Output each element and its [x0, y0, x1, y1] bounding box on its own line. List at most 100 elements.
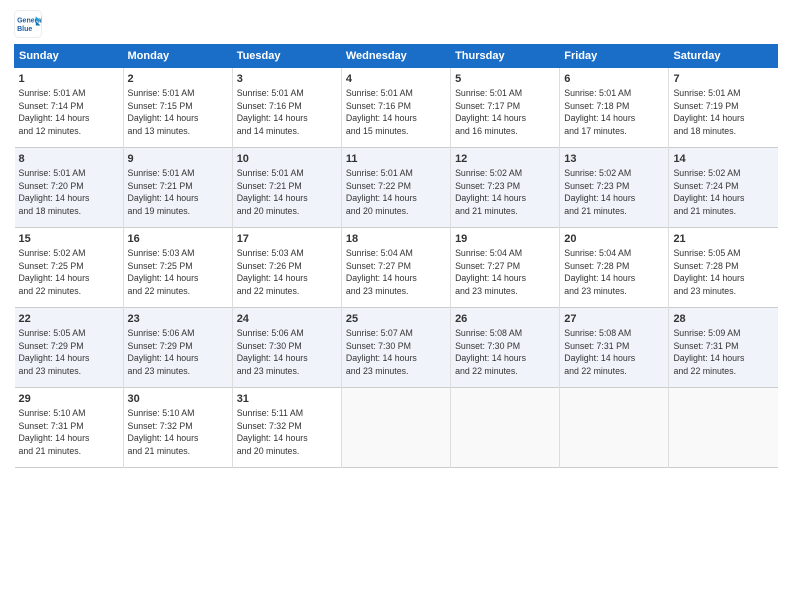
day-number: 10 [237, 152, 337, 167]
day-cell: 7 Sunrise: 5:01 AMSunset: 7:19 PMDayligh… [669, 68, 778, 148]
week-row-1: 1 Sunrise: 5:01 AMSunset: 7:14 PMDayligh… [15, 68, 778, 148]
day-cell: 22 Sunrise: 5:05 AMSunset: 7:29 PMDaylig… [15, 308, 124, 388]
day-cell: 9 Sunrise: 5:01 AMSunset: 7:21 PMDayligh… [123, 148, 232, 228]
header-cell-friday: Friday [560, 45, 669, 68]
day-cell: 14 Sunrise: 5:02 AMSunset: 7:24 PMDaylig… [669, 148, 778, 228]
day-info: Sunrise: 5:01 AMSunset: 7:20 PMDaylight:… [19, 168, 90, 216]
day-cell: 1 Sunrise: 5:01 AMSunset: 7:14 PMDayligh… [15, 68, 124, 148]
day-number: 11 [346, 152, 446, 167]
day-cell [560, 388, 669, 468]
day-cell: 4 Sunrise: 5:01 AMSunset: 7:16 PMDayligh… [341, 68, 450, 148]
day-cell [341, 388, 450, 468]
day-number: 17 [237, 232, 337, 247]
day-info: Sunrise: 5:10 AMSunset: 7:31 PMDaylight:… [19, 408, 90, 456]
day-cell: 23 Sunrise: 5:06 AMSunset: 7:29 PMDaylig… [123, 308, 232, 388]
day-cell: 17 Sunrise: 5:03 AMSunset: 7:26 PMDaylig… [232, 228, 341, 308]
day-number: 1 [19, 72, 119, 87]
week-row-5: 29 Sunrise: 5:10 AMSunset: 7:31 PMDaylig… [15, 388, 778, 468]
day-info: Sunrise: 5:11 AMSunset: 7:32 PMDaylight:… [237, 408, 308, 456]
day-info: Sunrise: 5:03 AMSunset: 7:26 PMDaylight:… [237, 248, 308, 296]
calendar-header: SundayMondayTuesdayWednesdayThursdayFrid… [15, 45, 778, 68]
day-number: 19 [455, 232, 555, 247]
day-info: Sunrise: 5:01 AMSunset: 7:18 PMDaylight:… [564, 88, 635, 136]
day-number: 15 [19, 232, 119, 247]
day-number: 6 [564, 72, 664, 87]
day-number: 4 [346, 72, 446, 87]
week-row-3: 15 Sunrise: 5:02 AMSunset: 7:25 PMDaylig… [15, 228, 778, 308]
day-number: 26 [455, 312, 555, 327]
day-info: Sunrise: 5:07 AMSunset: 7:30 PMDaylight:… [346, 328, 417, 376]
day-info: Sunrise: 5:02 AMSunset: 7:24 PMDaylight:… [673, 168, 744, 216]
calendar-body: 1 Sunrise: 5:01 AMSunset: 7:14 PMDayligh… [15, 68, 778, 468]
day-info: Sunrise: 5:01 AMSunset: 7:17 PMDaylight:… [455, 88, 526, 136]
day-number: 30 [128, 392, 228, 407]
svg-text:Blue: Blue [17, 26, 32, 33]
day-cell: 21 Sunrise: 5:05 AMSunset: 7:28 PMDaylig… [669, 228, 778, 308]
day-number: 14 [673, 152, 773, 167]
day-info: Sunrise: 5:02 AMSunset: 7:23 PMDaylight:… [564, 168, 635, 216]
day-info: Sunrise: 5:04 AMSunset: 7:27 PMDaylight:… [455, 248, 526, 296]
day-cell: 13 Sunrise: 5:02 AMSunset: 7:23 PMDaylig… [560, 148, 669, 228]
day-number: 23 [128, 312, 228, 327]
day-info: Sunrise: 5:01 AMSunset: 7:14 PMDaylight:… [19, 88, 90, 136]
day-info: Sunrise: 5:01 AMSunset: 7:21 PMDaylight:… [128, 168, 199, 216]
header-cell-sunday: Sunday [15, 45, 124, 68]
day-cell [451, 388, 560, 468]
day-info: Sunrise: 5:04 AMSunset: 7:28 PMDaylight:… [564, 248, 635, 296]
day-info: Sunrise: 5:02 AMSunset: 7:23 PMDaylight:… [455, 168, 526, 216]
week-row-4: 22 Sunrise: 5:05 AMSunset: 7:29 PMDaylig… [15, 308, 778, 388]
day-number: 22 [19, 312, 119, 327]
day-info: Sunrise: 5:04 AMSunset: 7:27 PMDaylight:… [346, 248, 417, 296]
day-cell: 19 Sunrise: 5:04 AMSunset: 7:27 PMDaylig… [451, 228, 560, 308]
day-number: 9 [128, 152, 228, 167]
logo: General Blue [14, 10, 42, 38]
day-cell: 26 Sunrise: 5:08 AMSunset: 7:30 PMDaylig… [451, 308, 560, 388]
day-info: Sunrise: 5:01 AMSunset: 7:15 PMDaylight:… [128, 88, 199, 136]
day-cell: 30 Sunrise: 5:10 AMSunset: 7:32 PMDaylig… [123, 388, 232, 468]
header: General Blue [14, 10, 778, 38]
logo-icon: General Blue [14, 10, 42, 38]
day-cell: 3 Sunrise: 5:01 AMSunset: 7:16 PMDayligh… [232, 68, 341, 148]
day-info: Sunrise: 5:01 AMSunset: 7:22 PMDaylight:… [346, 168, 417, 216]
day-cell: 11 Sunrise: 5:01 AMSunset: 7:22 PMDaylig… [341, 148, 450, 228]
day-number: 18 [346, 232, 446, 247]
day-number: 24 [237, 312, 337, 327]
day-number: 21 [673, 232, 773, 247]
header-cell-monday: Monday [123, 45, 232, 68]
calendar-table: SundayMondayTuesdayWednesdayThursdayFrid… [14, 44, 778, 468]
day-cell: 29 Sunrise: 5:10 AMSunset: 7:31 PMDaylig… [15, 388, 124, 468]
week-row-2: 8 Sunrise: 5:01 AMSunset: 7:20 PMDayligh… [15, 148, 778, 228]
day-info: Sunrise: 5:06 AMSunset: 7:29 PMDaylight:… [128, 328, 199, 376]
day-cell: 8 Sunrise: 5:01 AMSunset: 7:20 PMDayligh… [15, 148, 124, 228]
day-cell: 16 Sunrise: 5:03 AMSunset: 7:25 PMDaylig… [123, 228, 232, 308]
day-number: 8 [19, 152, 119, 167]
day-info: Sunrise: 5:01 AMSunset: 7:16 PMDaylight:… [237, 88, 308, 136]
day-number: 7 [673, 72, 773, 87]
day-cell: 2 Sunrise: 5:01 AMSunset: 7:15 PMDayligh… [123, 68, 232, 148]
day-info: Sunrise: 5:06 AMSunset: 7:30 PMDaylight:… [237, 328, 308, 376]
header-row: SundayMondayTuesdayWednesdayThursdayFrid… [15, 45, 778, 68]
page: General Blue SundayMondayTuesdayWednesda… [0, 0, 792, 612]
header-cell-tuesday: Tuesday [232, 45, 341, 68]
day-info: Sunrise: 5:01 AMSunset: 7:16 PMDaylight:… [346, 88, 417, 136]
day-cell: 25 Sunrise: 5:07 AMSunset: 7:30 PMDaylig… [341, 308, 450, 388]
day-cell: 10 Sunrise: 5:01 AMSunset: 7:21 PMDaylig… [232, 148, 341, 228]
day-number: 13 [564, 152, 664, 167]
day-info: Sunrise: 5:01 AMSunset: 7:19 PMDaylight:… [673, 88, 744, 136]
day-number: 2 [128, 72, 228, 87]
day-info: Sunrise: 5:10 AMSunset: 7:32 PMDaylight:… [128, 408, 199, 456]
day-cell: 27 Sunrise: 5:08 AMSunset: 7:31 PMDaylig… [560, 308, 669, 388]
day-number: 31 [237, 392, 337, 407]
day-number: 25 [346, 312, 446, 327]
day-cell: 28 Sunrise: 5:09 AMSunset: 7:31 PMDaylig… [669, 308, 778, 388]
day-cell: 12 Sunrise: 5:02 AMSunset: 7:23 PMDaylig… [451, 148, 560, 228]
day-cell: 24 Sunrise: 5:06 AMSunset: 7:30 PMDaylig… [232, 308, 341, 388]
day-cell: 31 Sunrise: 5:11 AMSunset: 7:32 PMDaylig… [232, 388, 341, 468]
day-number: 20 [564, 232, 664, 247]
day-cell: 15 Sunrise: 5:02 AMSunset: 7:25 PMDaylig… [15, 228, 124, 308]
day-number: 28 [673, 312, 773, 327]
day-cell: 6 Sunrise: 5:01 AMSunset: 7:18 PMDayligh… [560, 68, 669, 148]
header-cell-thursday: Thursday [451, 45, 560, 68]
day-number: 16 [128, 232, 228, 247]
header-cell-wednesday: Wednesday [341, 45, 450, 68]
